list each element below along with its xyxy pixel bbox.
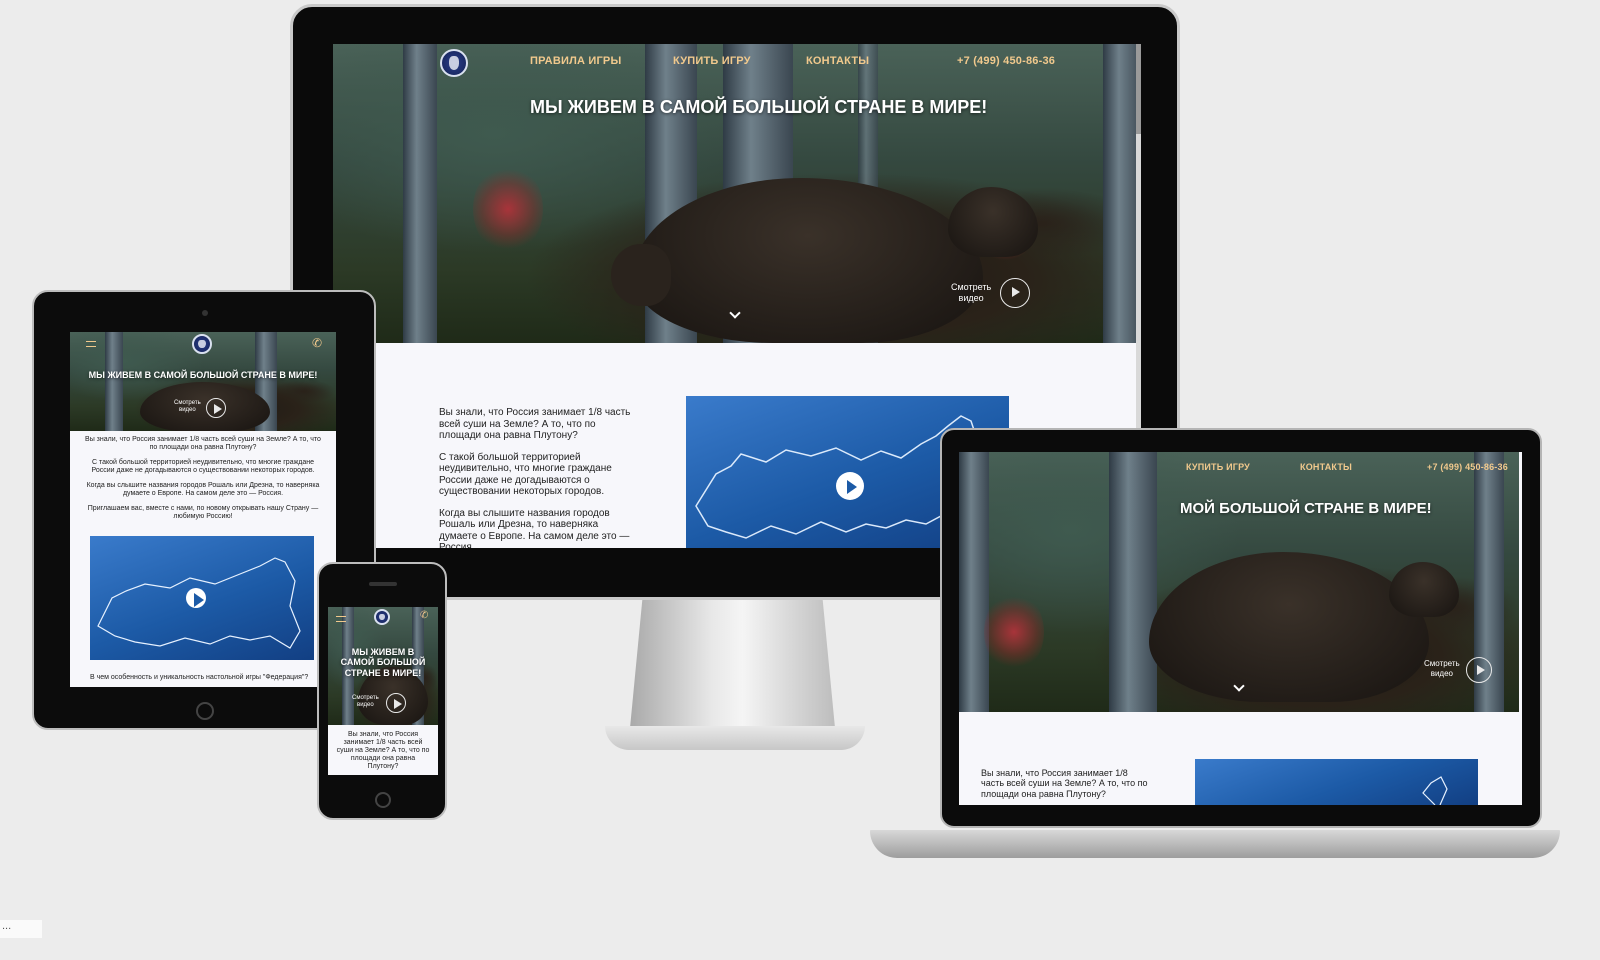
tablet-text-block: Вы знали, что Россия занимает 1/8 часть …: [84, 436, 322, 521]
logo[interactable]: [374, 609, 390, 625]
watch-line-2: видео: [179, 407, 196, 414]
watch-line-1: Смотреть: [174, 400, 201, 406]
paragraph: Когда вы слышите названия городов Рошаль…: [439, 507, 630, 549]
feature-question: В чем особенность и уникальность настоль…: [90, 674, 309, 681]
phone-hero: ✆ МЫ ЖИВЕМ В САМОЙ БОЛЬШОЙ СТРАНЕ В МИРЕ…: [328, 607, 438, 725]
nav-phone[interactable]: +7 (499) 450-86-36: [1427, 462, 1508, 472]
hero-title: МЫ ЖИВЕМ В САМОЙ БОЛЬШОЙ СТРАНЕ В МИРЕ!: [340, 647, 426, 678]
paragraph: С такой большой территорией неудивительн…: [439, 451, 612, 498]
tablet-screen: ✆ МЫ ЖИВЕМ В САМОЙ БОЛЬШОЙ СТРАНЕ В МИРЕ…: [70, 332, 336, 687]
tree-trunk: [403, 44, 437, 343]
russia-map-outline: [1422, 776, 1448, 805]
bear-cub-image: [948, 187, 1038, 257]
laptop-hero: КУПИТЬ ИГРУ КОНТАКТЫ +7 (499) 450-86-36 …: [959, 452, 1519, 712]
watch-video-label[interactable]: Смотреть видео: [1424, 659, 1460, 678]
watch-line-1: Смотреть: [1424, 659, 1460, 668]
watch-line-2: видео: [1430, 668, 1453, 678]
autumn-leaves: [984, 592, 1044, 672]
nav-buy[interactable]: КУПИТЬ ИГРУ: [1186, 462, 1250, 472]
laptop-screen: КУПИТЬ ИГРУ КОНТАКТЫ +7 (499) 450-86-36 …: [959, 452, 1522, 805]
tree-trunk: [1109, 452, 1157, 712]
nav-contacts[interactable]: КОНТАКТЫ: [806, 55, 869, 67]
hero-title: МЫ ЖИВЕМ В САМОЙ БОЛЬШОЙ СТРАНЕ В МИРЕ!: [530, 97, 988, 117]
russia-map-video[interactable]: [90, 536, 314, 660]
watch-video-label[interactable]: Смотреть видео: [352, 695, 379, 709]
tablet-hero: ✆ МЫ ЖИВЕМ В САМОЙ БОЛЬШОЙ СТРАНЕ В МИРЕ…: [70, 332, 336, 431]
play-video-button[interactable]: [1000, 278, 1030, 308]
status-text: ...: [2, 920, 12, 932]
tablet-home-button[interactable]: [196, 702, 214, 720]
phone-home-button[interactable]: [375, 792, 391, 808]
monitor-base: [605, 726, 865, 750]
laptop-base: [870, 830, 1560, 858]
play-video-button[interactable]: [206, 398, 226, 418]
watch-line-1: Смотреть: [951, 282, 992, 292]
nav-contacts[interactable]: КОНТАКТЫ: [1300, 462, 1352, 472]
intro-text-block: Вы знали, что Россия занимает 1/8 часть …: [439, 407, 634, 548]
desktop-hero: ПРАВИЛА ИГРЫ КУПИТЬ ИГРУ КОНТАКТЫ +7 (49…: [333, 44, 1138, 343]
tree-trunk: [105, 332, 123, 431]
play-video-button[interactable]: [386, 693, 406, 713]
watch-line-1: Смотреть: [352, 695, 379, 701]
map-play-button[interactable]: [836, 472, 864, 500]
nav-phone[interactable]: +7 (499) 450-86-36: [957, 55, 1055, 67]
watch-line-2: видео: [357, 702, 374, 709]
bear-cub-image: [1389, 562, 1459, 617]
hero-title: МОЙ БОЛЬШОЙ СТРАНЕ В МИРЕ!: [1180, 500, 1432, 517]
laptop-content: Вы знали, что Россия занимает 1/8 часть …: [959, 712, 1519, 805]
watch-video-label[interactable]: Смотреть видео: [951, 282, 991, 304]
paragraph: Вы знали, что Россия занимает 1/8 часть …: [336, 731, 430, 771]
map-play-button[interactable]: [186, 588, 206, 608]
logo[interactable]: [192, 334, 212, 354]
phone-speaker: [369, 582, 397, 586]
nav-rules[interactable]: ПРАВИЛА ИГРЫ: [530, 55, 621, 67]
paragraph: Вы знали, что Россия занимает 1/8 часть …: [981, 768, 1148, 799]
hero-title: МЫ ЖИВЕМ В САМОЙ БОЛЬШОЙ СТРАНЕ В МИРЕ!: [88, 370, 318, 380]
paragraph: Вы знали, что Россия занимает 1/8 часть …: [85, 436, 321, 452]
menu-icon[interactable]: [336, 616, 346, 622]
phone-icon[interactable]: ✆: [312, 336, 322, 350]
tablet-camera: [202, 310, 208, 316]
paragraph: Вы знали, что Россия занимает 1/8 часть …: [439, 407, 631, 441]
bear-head: [611, 244, 671, 306]
paragraph: Приглашаем вас, вместе с нами, по новому…: [87, 505, 319, 521]
phone-icon[interactable]: ✆: [420, 610, 428, 621]
menu-icon[interactable]: [86, 341, 96, 347]
tree-trunk: [1103, 44, 1138, 343]
bear-image: [1149, 552, 1429, 702]
monitor-neck: [630, 600, 835, 728]
tree-trunk: [959, 452, 989, 712]
play-video-button[interactable]: [1466, 657, 1492, 683]
watch-video-label[interactable]: Смотреть видео: [174, 400, 201, 414]
russia-map-video[interactable]: [1195, 759, 1478, 805]
watch-line-2: видео: [958, 292, 984, 303]
nav-buy[interactable]: КУПИТЬ ИГРУ: [673, 55, 751, 67]
status-stub: ...: [0, 920, 42, 938]
paragraph: Когда вы слышите названия городов Рошаль…: [86, 482, 320, 498]
bear-image: [140, 382, 270, 431]
phone-screen: ✆ МЫ ЖИВЕМ В САМОЙ БОЛЬШОЙ СТРАНЕ В МИРЕ…: [328, 607, 438, 775]
paragraph: С такой большой территорией неудивительн…: [91, 459, 315, 475]
logo[interactable]: [440, 49, 468, 77]
autumn-leaves: [473, 164, 543, 254]
